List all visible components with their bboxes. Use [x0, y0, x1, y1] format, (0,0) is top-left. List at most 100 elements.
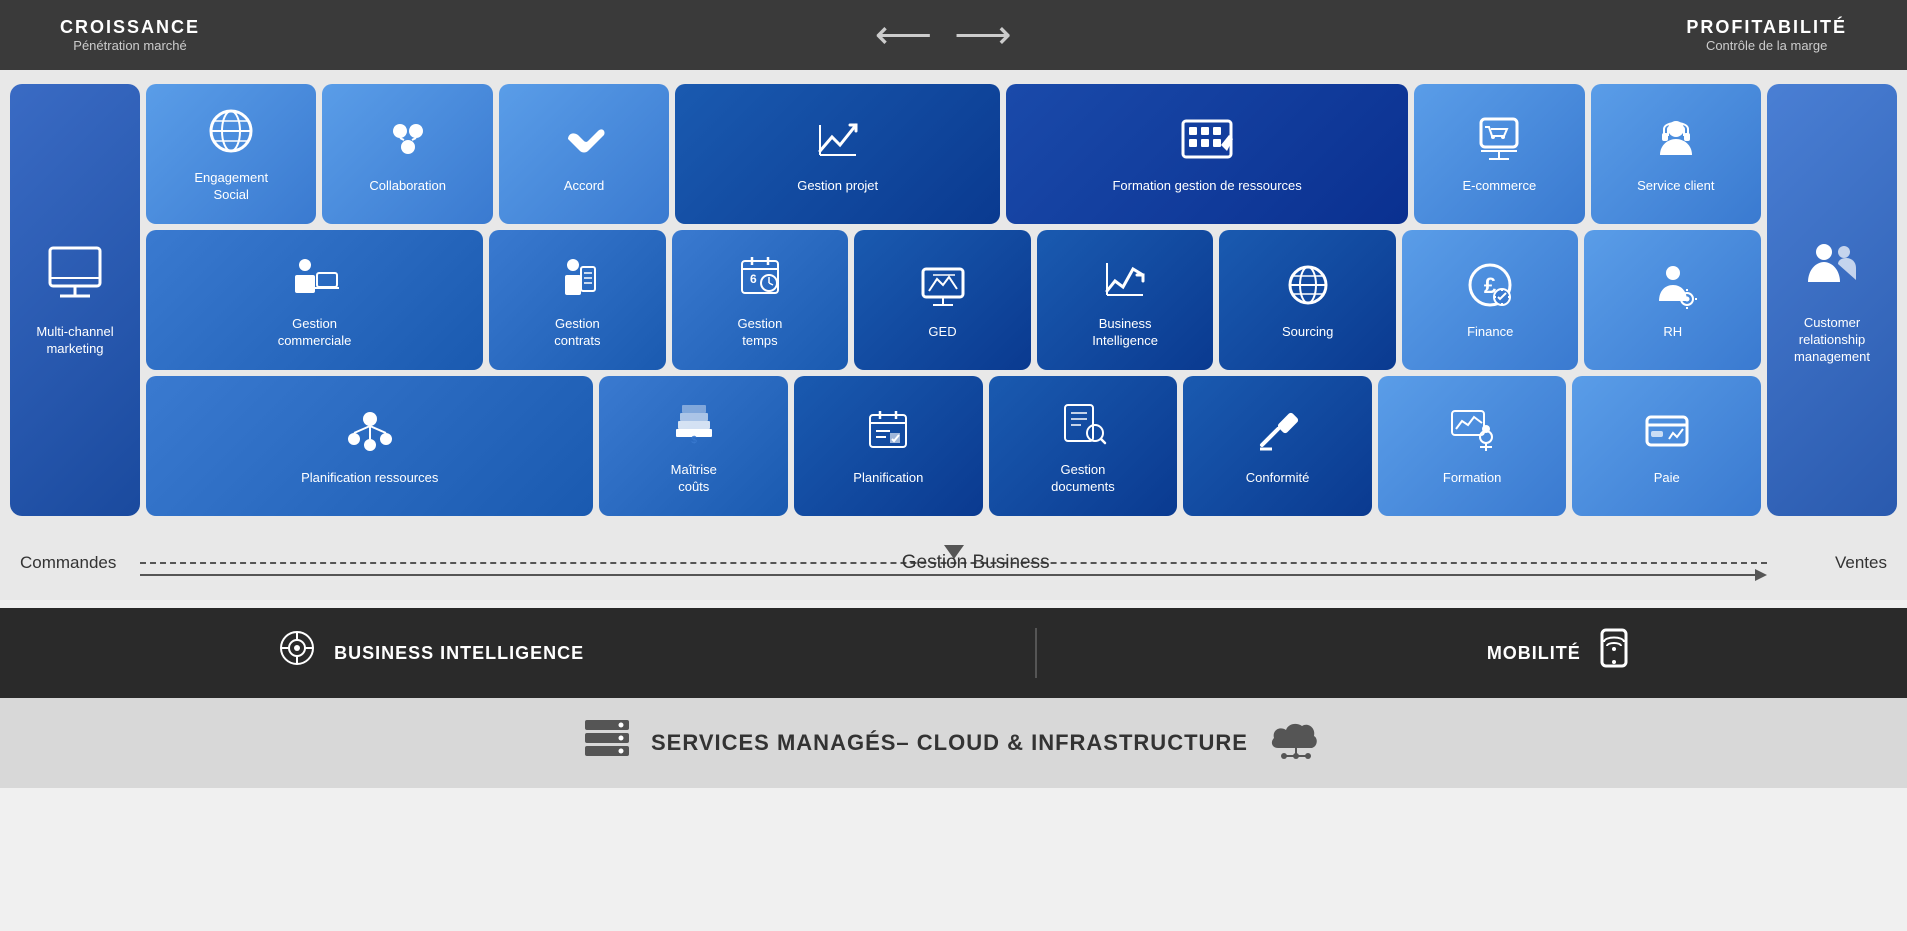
header-right: PROFITABILITÉ Contrôle de la marge — [1686, 17, 1847, 53]
mobilite-section: MOBILITÉ — [1487, 626, 1632, 680]
gestion-contrats-icon — [553, 253, 601, 308]
formation-label: Formation — [1443, 470, 1502, 487]
tile-accord[interactable]: Accord — [499, 84, 669, 224]
finance-icon: £ — [1466, 261, 1514, 316]
formation-gestion-label: Formation gestion de ressources — [1112, 178, 1301, 195]
mobilite-label: MOBILITÉ — [1487, 643, 1581, 664]
tile-ecommerce[interactable]: E-commerce — [1414, 84, 1584, 224]
multichannel-label: Multi-channel marketing — [20, 324, 130, 358]
gestion-documents-icon — [1059, 399, 1107, 454]
planification-ressources-icon — [342, 407, 398, 462]
gestion-commerciale-label: Gestioncommerciale — [278, 316, 352, 350]
formation-gestion-icon — [1179, 115, 1235, 170]
collaboration-icon — [384, 115, 432, 170]
planification-label: Planification — [853, 470, 923, 487]
gestion-projet-label: Gestion projet — [797, 178, 878, 195]
sourcing-icon — [1284, 261, 1332, 316]
svg-text:6: 6 — [750, 272, 757, 286]
cloud-icon — [1268, 716, 1324, 770]
bi-section: BUSINESS INTELLIGENCE — [275, 626, 584, 680]
tile-formation-gestion[interactable]: Formation gestion de ressources — [1006, 84, 1408, 224]
brain-icon — [275, 626, 319, 680]
ecommerce-label: E-commerce — [1463, 178, 1537, 195]
sourcing-label: Sourcing — [1282, 324, 1333, 341]
crm-panel: Customer relationship management — [1767, 84, 1897, 516]
gestion-documents-label: Gestiondocuments — [1051, 462, 1115, 496]
timeline-section: Commandes Gestion Business Ventes — [0, 530, 1907, 600]
business-intelligence-label: BusinessIntelligence — [1092, 316, 1158, 350]
timeline-commandes: Commandes — [20, 553, 116, 573]
tile-planification[interactable]: Planification — [794, 376, 983, 516]
multichannel-panel: Multi-channel marketing — [10, 84, 140, 516]
tile-gestion-contrats[interactable]: Gestioncontrats — [489, 230, 666, 370]
tile-engagement-social[interactable]: EngagementSocial — [146, 84, 316, 224]
tile-maitrise-couts[interactable]: $ Maîtrisecoûts — [599, 376, 788, 516]
gestion-projet-icon — [814, 115, 862, 170]
tiles-row-3: Planification ressources $ Maîtris — [146, 376, 1761, 516]
business-intelligence-icon — [1101, 253, 1149, 308]
finance-label: Finance — [1467, 324, 1513, 341]
bottom-bars: BUSINESS INTELLIGENCE MOBILITÉ — [0, 608, 1907, 788]
bi-label: BUSINESS INTELLIGENCE — [334, 643, 584, 664]
formation-icon — [1448, 407, 1496, 462]
tiles-container: EngagementSocial Collaboration — [146, 84, 1761, 516]
tile-paie[interactable]: Paie — [1572, 376, 1761, 516]
service-client-icon — [1652, 115, 1700, 170]
planification-ressources-label: Planification ressources — [301, 470, 438, 487]
paie-icon — [1643, 407, 1691, 462]
gestion-temps-icon: 6 — [736, 253, 784, 308]
gestion-commerciale-icon — [287, 253, 343, 308]
tile-gestion-documents[interactable]: Gestiondocuments — [989, 376, 1178, 516]
collaboration-label: Collaboration — [369, 178, 446, 195]
bi-bar: BUSINESS INTELLIGENCE MOBILITÉ — [0, 608, 1907, 698]
multichannel-icon — [45, 243, 105, 316]
tile-gestion-commerciale[interactable]: Gestioncommerciale — [146, 230, 483, 370]
profitabilite-title: PROFITABILITÉ — [1686, 17, 1847, 38]
tile-gestion-temps[interactable]: 6 Gestiontemps — [672, 230, 849, 370]
tile-service-client[interactable]: Service client — [1591, 84, 1761, 224]
svg-text:$: $ — [691, 435, 697, 446]
tile-conformite[interactable]: Conformité — [1183, 376, 1372, 516]
maitrise-couts-label: Maîtrisecoûts — [671, 462, 717, 496]
tile-planification-ressources[interactable]: Planification ressources — [146, 376, 593, 516]
croissance-title: CROISSANCE — [60, 17, 200, 38]
tiles-row-2: Gestioncommerciale Gestioncontrat — [146, 230, 1761, 370]
rh-label: RH — [1663, 324, 1682, 341]
maitrise-couts-icon: $ — [670, 399, 718, 454]
profitabilite-subtitle: Contrôle de la marge — [1686, 38, 1847, 53]
services-bar: SERVICES MANAGÉS– CLOUD & INFRASTRUCTURE — [0, 698, 1907, 788]
tile-gestion-projet[interactable]: Gestion projet — [675, 84, 1000, 224]
service-client-label: Service client — [1637, 178, 1714, 195]
tile-ged[interactable]: GED — [854, 230, 1031, 370]
bi-divider — [1035, 628, 1037, 678]
engagement-social-label: EngagementSocial — [194, 170, 268, 204]
timeline-ventes: Ventes — [1835, 553, 1887, 573]
gestion-temps-label: Gestiontemps — [738, 316, 783, 350]
conformite-icon — [1254, 407, 1302, 462]
conformite-label: Conformité — [1246, 470, 1310, 487]
gestion-contrats-label: Gestioncontrats — [554, 316, 600, 350]
content-rows: Multi-channel marketing En — [0, 80, 1907, 520]
tile-collaboration[interactable]: Collaboration — [322, 84, 492, 224]
accord-label: Accord — [564, 178, 604, 195]
tile-business-intelligence[interactable]: BusinessIntelligence — [1037, 230, 1214, 370]
tile-rh[interactable]: RH — [1584, 230, 1761, 370]
mobile-icon — [1596, 626, 1632, 680]
tile-finance[interactable]: £ Finance — [1402, 230, 1579, 370]
main-area: Multi-channel marketing En — [0, 70, 1907, 530]
timeline-gestion-business: Gestion Business — [902, 552, 1050, 574]
ecommerce-icon — [1475, 115, 1523, 170]
crm-label: Customer relationship management — [1777, 315, 1887, 366]
croissance-subtitle: Pénétration marché — [60, 38, 200, 53]
accord-icon — [560, 115, 608, 170]
timeline-container: Commandes Gestion Business Ventes — [20, 538, 1887, 588]
tile-sourcing[interactable]: Sourcing — [1219, 230, 1396, 370]
paie-label: Paie — [1654, 470, 1680, 487]
planification-icon — [864, 407, 912, 462]
header-arrow: ⟵ ⟶ — [875, 12, 1012, 58]
rh-icon — [1649, 261, 1697, 316]
tile-formation[interactable]: Formation — [1378, 376, 1567, 516]
tiles-row-1: EngagementSocial Collaboration — [146, 84, 1761, 224]
crm-icon — [1802, 234, 1862, 307]
engagement-social-icon — [207, 107, 255, 162]
